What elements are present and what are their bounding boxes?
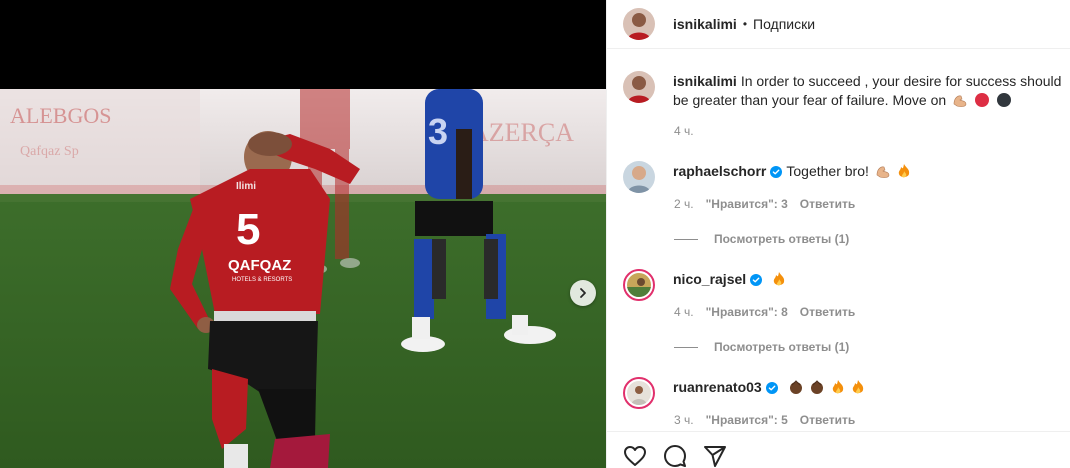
svg-text:ALEBGOS: ALEBGOS xyxy=(10,103,111,128)
replies-divider xyxy=(674,346,698,348)
following-button[interactable]: Подписки xyxy=(753,16,815,32)
comment-item: raphaelschorr Together bro! xyxy=(623,161,1070,193)
black-circle-icon xyxy=(996,92,1012,113)
post-media: ALEBGOS Qafqaz Sp AZERÇA 3 Ilimi 5 QAFQA… xyxy=(0,0,606,468)
avatar[interactable] xyxy=(623,161,655,193)
view-replies-button[interactable]: Посмотреть ответы (1) xyxy=(674,232,849,246)
reply-button[interactable]: Ответить xyxy=(800,197,855,211)
red-circle-icon xyxy=(974,92,990,113)
comment-username-link[interactable]: raphaelschorr xyxy=(673,163,766,179)
caption-username-link[interactable]: isnikalimi xyxy=(673,73,737,89)
clapping-hands-icon xyxy=(788,379,804,400)
post-actions xyxy=(607,431,1070,468)
heart-icon[interactable] xyxy=(623,445,647,468)
jersey-name: Ilimi xyxy=(236,181,256,192)
verified-badge-icon xyxy=(750,272,763,291)
comments-list[interactable]: isnikalimi In order to succeed , your des… xyxy=(607,49,1070,431)
comment-meta: 4 ч. "Нравится": 8 Ответить xyxy=(674,305,855,319)
next-slide-button[interactable] xyxy=(570,280,596,306)
jersey-sponsor: QAFQAZ xyxy=(228,257,291,274)
comment-likes-link[interactable]: "Нравится": 3 xyxy=(706,197,788,211)
comment-body: raphaelschorr Together bro! xyxy=(673,161,911,193)
verified-badge-icon xyxy=(765,380,778,399)
view-replies-label: Посмотреть ответы (1) xyxy=(714,340,850,354)
replies-divider xyxy=(674,238,698,240)
comment-username-link[interactable]: ruanrenato03 xyxy=(673,379,762,395)
caption-body: isnikalimi In order to succeed , your des… xyxy=(673,71,1070,113)
caption-timestamp[interactable]: 4 ч. xyxy=(674,124,694,138)
post-caption: isnikalimi In order to succeed , your des… xyxy=(623,71,1070,113)
comment-icon[interactable] xyxy=(663,445,687,468)
fire-icon xyxy=(897,163,911,184)
svg-text:3: 3 xyxy=(428,111,448,152)
comment-item: ruanrenato03 xyxy=(623,377,1070,409)
flexed-biceps-icon xyxy=(875,163,891,184)
comment-timestamp[interactable]: 2 ч. xyxy=(674,197,694,211)
clapping-hands-icon xyxy=(809,379,825,400)
fire-icon xyxy=(831,379,845,400)
comment-likes-link[interactable]: "Нравится": 8 xyxy=(706,305,788,319)
comment-body: ruanrenato03 xyxy=(673,377,865,409)
svg-text:Qafqaz Sp: Qafqaz Sp xyxy=(20,144,79,159)
view-replies-label: Посмотреть ответы (1) xyxy=(714,232,850,246)
comment-username-link[interactable]: nico_rajsel xyxy=(673,271,746,287)
caption-meta: 4 ч. xyxy=(674,124,694,138)
jersey-number: 5 xyxy=(236,205,260,254)
avatar[interactable] xyxy=(623,8,655,40)
flexed-biceps-icon xyxy=(952,92,968,113)
header-separator: • xyxy=(742,17,748,31)
header-username-link[interactable]: isnikalimi xyxy=(673,16,737,32)
chevron-right-icon xyxy=(580,288,586,298)
avatar[interactable] xyxy=(623,377,655,409)
comment-item: nico_rajsel xyxy=(623,269,1070,301)
comment-timestamp[interactable]: 3 ч. xyxy=(674,413,694,427)
comment-text: Together bro! xyxy=(786,163,869,179)
post-header: isnikalimi • Подписки xyxy=(607,0,1070,49)
reply-button[interactable]: Ответить xyxy=(800,413,855,427)
svg-text:AZERÇA: AZERÇA xyxy=(470,118,574,147)
post-photo: ALEBGOS Qafqaz Sp AZERÇA 3 Ilimi 5 QAFQA… xyxy=(0,89,606,468)
comment-meta: 3 ч. "Нравится": 5 Ответить xyxy=(674,413,855,427)
instagram-post: ALEBGOS Qafqaz Sp AZERÇA 3 Ilimi 5 QAFQA… xyxy=(0,0,1070,468)
reply-button[interactable]: Ответить xyxy=(800,305,855,319)
comment-body: nico_rajsel xyxy=(673,269,786,301)
avatar[interactable] xyxy=(623,71,655,103)
fire-icon xyxy=(851,379,865,400)
avatar[interactable] xyxy=(623,269,655,301)
comment-timestamp[interactable]: 4 ч. xyxy=(674,305,694,319)
jersey-sponsor-sub: HOTELS & RESORTS xyxy=(232,277,292,283)
share-icon[interactable] xyxy=(703,445,727,468)
fire-icon xyxy=(772,271,786,292)
view-replies-button[interactable]: Посмотреть ответы (1) xyxy=(674,340,849,354)
comment-meta: 2 ч. "Нравится": 3 Ответить xyxy=(674,197,855,211)
verified-badge-icon xyxy=(770,164,783,183)
comment-likes-link[interactable]: "Нравится": 5 xyxy=(706,413,788,427)
post-side-panel: isnikalimi • Подписки isnikalimi In order… xyxy=(606,0,1070,468)
